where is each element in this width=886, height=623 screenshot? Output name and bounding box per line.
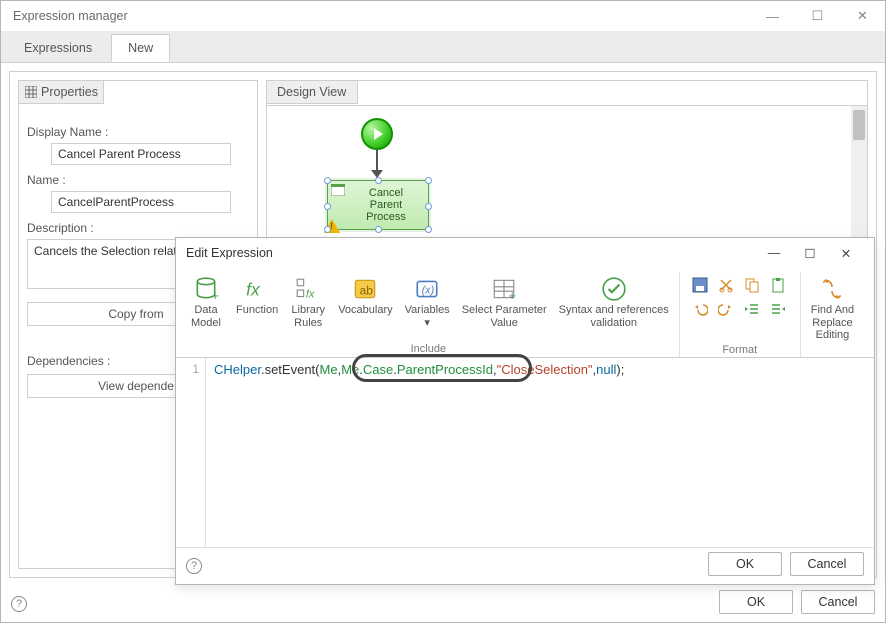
task-node-cancel-parent-process[interactable]: Cancel Parent Process (327, 180, 429, 230)
form-icon (331, 184, 345, 196)
main-titlebar: Expression manager — ☐ ✕ (1, 1, 885, 31)
indent-icon[interactable] (768, 300, 788, 318)
maximize-button[interactable]: ☐ (795, 1, 840, 31)
dialog-close-button[interactable]: ✕ (828, 238, 864, 268)
copy-icon[interactable] (742, 276, 762, 294)
dialog-title: Edit Expression (186, 246, 756, 260)
dialog-ok-button[interactable]: OK (708, 552, 782, 576)
vocabulary-button[interactable]: ab Vocabulary (332, 272, 398, 319)
ribbon-group-editing: Find And Replace Editing (801, 272, 864, 357)
data-model-button[interactable]: + Data Model (182, 272, 230, 331)
dialog-titlebar: Edit Expression — ☐ ✕ (176, 238, 874, 268)
properties-tab-label: Properties (41, 85, 98, 99)
tab-new[interactable]: New (111, 34, 170, 62)
svg-text:(x): (x) (422, 284, 435, 296)
svg-text:+: + (509, 288, 517, 302)
outdent-icon[interactable] (742, 300, 762, 318)
function-label: Function (236, 304, 278, 317)
paste-icon[interactable] (768, 276, 788, 294)
minimize-button[interactable]: — (750, 1, 795, 31)
svg-text:ab: ab (360, 283, 374, 297)
code-line[interactable]: CHelper.setEvent(Me,Me.Case.ParentProces… (206, 358, 874, 547)
variables-label: Variables▾ (405, 304, 450, 329)
main-tabs: Expressions New (1, 31, 885, 63)
start-node[interactable] (361, 118, 393, 150)
select-parameter-button[interactable]: + Select Parameter Value (456, 272, 553, 331)
ribbon-group-format: Format (680, 272, 801, 357)
play-icon (374, 128, 383, 140)
data-model-label: Data Model (191, 304, 221, 329)
tab-expressions[interactable]: Expressions (7, 34, 109, 62)
dialog-cancel-button[interactable]: Cancel (790, 552, 864, 576)
task-icons (331, 184, 345, 196)
scrollbar-thumb[interactable] (853, 110, 865, 140)
select-parameter-label: Select Parameter Value (462, 304, 547, 329)
line-gutter: 1 (176, 358, 206, 547)
ribbon: + Data Model fx Function fx Library Rule… (176, 268, 874, 358)
resize-handle[interactable] (375, 226, 382, 233)
undo-icon[interactable] (690, 300, 710, 318)
svg-text:fx: fx (306, 289, 315, 301)
name-input[interactable] (51, 191, 231, 213)
find-replace-icon (819, 276, 845, 302)
main-footer-buttons: OK Cancel (719, 590, 875, 614)
design-view-tab[interactable]: Design View (266, 80, 358, 104)
resize-handle[interactable] (425, 177, 432, 184)
find-replace-label: Find And Replace Editing (811, 304, 854, 342)
close-button[interactable]: ✕ (840, 1, 885, 31)
resize-handle[interactable] (375, 177, 382, 184)
main-ok-button[interactable]: OK (719, 590, 793, 614)
find-replace-button[interactable]: Find And Replace Editing (805, 272, 860, 344)
grid-icon (25, 86, 37, 98)
function-button[interactable]: fx Function (230, 272, 284, 319)
syntax-validation-button[interactable]: Syntax and references validation (553, 272, 675, 331)
help-button[interactable]: ? (11, 596, 27, 612)
resize-handle[interactable] (324, 226, 331, 233)
flow-arrow (376, 150, 378, 172)
ribbon-group-include: + Data Model fx Function fx Library Rule… (178, 272, 680, 357)
database-icon: + (193, 276, 219, 302)
cut-icon[interactable] (716, 276, 736, 294)
save-icon[interactable] (690, 276, 710, 294)
dialog-maximize-button[interactable]: ☐ (792, 238, 828, 268)
code-editor[interactable]: 1 CHelper.setEvent(Me,Me.Case.ParentProc… (176, 358, 874, 548)
function-icon: fx (244, 276, 270, 302)
vocabulary-label: Vocabulary (338, 304, 392, 317)
library-rules-label: Library Rules (291, 304, 325, 329)
format-group-label: Format (722, 344, 757, 358)
variables-button[interactable]: (x) Variables▾ (399, 272, 456, 331)
display-name-input[interactable] (51, 143, 231, 165)
dialog-footer: OK Cancel (708, 552, 864, 576)
display-name-label: Display Name : (27, 125, 249, 139)
library-icon: fx (295, 276, 321, 302)
dialog-minimize-button[interactable]: — (756, 238, 792, 268)
name-label: Name : (27, 173, 249, 187)
variables-icon: (x) (414, 276, 440, 302)
resize-handle[interactable] (425, 226, 432, 233)
dialog-help-button[interactable]: ? (186, 558, 202, 574)
redo-icon[interactable] (716, 300, 736, 318)
main-window-title: Expression manager (13, 9, 750, 23)
resize-handle[interactable] (324, 203, 331, 210)
annotation-highlight (352, 354, 532, 382)
svg-text:+: + (211, 288, 219, 302)
main-cancel-button[interactable]: Cancel (801, 590, 875, 614)
syntax-validation-label: Syntax and references validation (559, 304, 669, 329)
vocabulary-icon: ab (352, 276, 378, 302)
description-label: Description : (27, 221, 249, 235)
svg-text:fx: fx (246, 280, 261, 300)
resize-handle[interactable] (324, 177, 331, 184)
library-rules-button[interactable]: fx Library Rules (284, 272, 332, 331)
check-icon (601, 276, 627, 302)
resize-handle[interactable] (425, 203, 432, 210)
properties-tab[interactable]: Properties (18, 80, 104, 104)
table-icon: + (491, 276, 517, 302)
edit-expression-dialog: Edit Expression — ☐ ✕ + Data Model fx Fu… (175, 237, 875, 585)
